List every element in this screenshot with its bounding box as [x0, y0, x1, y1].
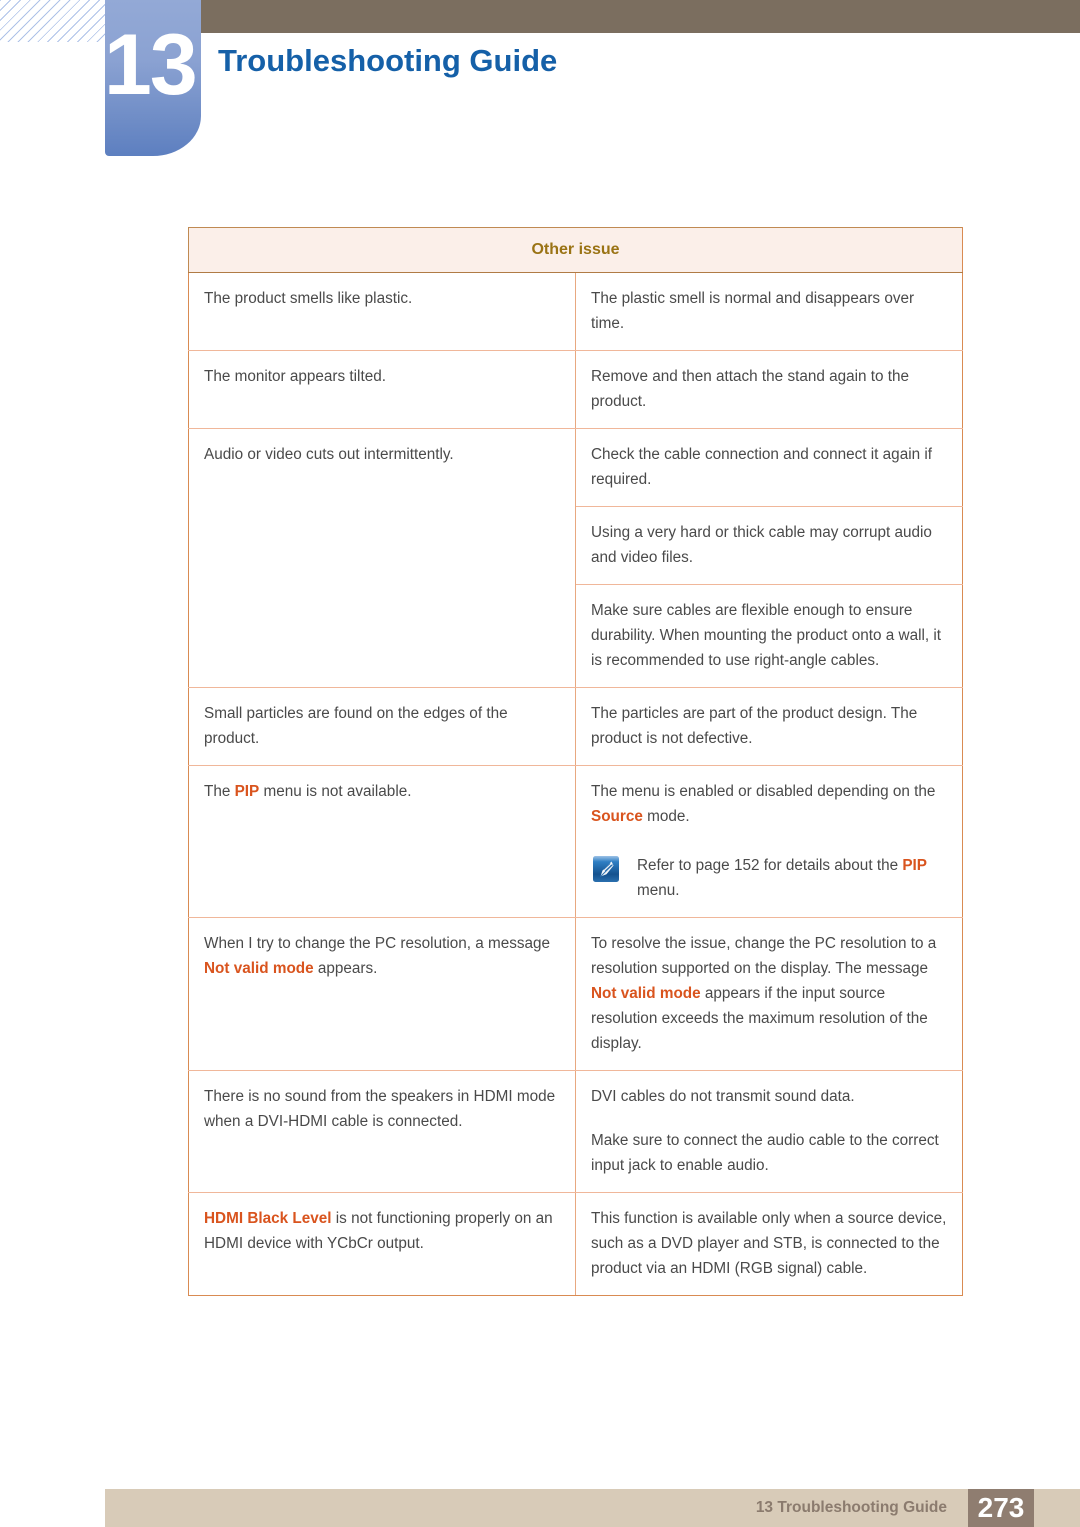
- table-row: The product smells like plastic. The pla…: [188, 272, 963, 351]
- page-number: 273: [977, 1492, 1025, 1523]
- issue-answer: The menu is enabled or disabled dependin…: [575, 765, 963, 918]
- issue-question: Audio or video cuts out intermittently.: [188, 428, 576, 688]
- issue-answer: To resolve the issue, change the PC reso…: [575, 917, 963, 1071]
- other-issue-table: Other issue The product smells like plas…: [188, 227, 963, 1296]
- table-header-label: Other issue: [188, 227, 963, 273]
- issue-question: There is no sound from the speakers in H…: [188, 1070, 576, 1193]
- issue-question: The product smells like plastic.: [188, 272, 576, 351]
- page-header: 13 Troubleshooting Guide: [0, 0, 1080, 175]
- note-text: Refer to page 152 for details about the …: [637, 857, 927, 899]
- table-row: Small particles are found on the edges o…: [188, 687, 963, 766]
- table-row: When I try to change the PC resolution, …: [188, 917, 963, 1071]
- highlighted-term: Not valid mode: [591, 985, 701, 1002]
- issue-answer: Check the cable connection and connect i…: [575, 428, 963, 507]
- issue-question: HDMI Black Level is not functioning prop…: [188, 1192, 576, 1296]
- table-row: Audio or video cuts out intermittently. …: [188, 428, 963, 688]
- table-row: HDMI Black Level is not functioning prop…: [188, 1192, 963, 1296]
- table-row: There is no sound from the speakers in H…: [188, 1070, 963, 1193]
- issue-answer: Using a very hard or thick cable may cor…: [575, 506, 963, 585]
- issue-question: When I try to change the PC resolution, …: [188, 917, 576, 1071]
- highlighted-term: Not valid mode: [204, 960, 314, 977]
- highlighted-term: PIP: [902, 857, 927, 874]
- issue-answer: This function is available only when a s…: [575, 1192, 963, 1296]
- issue-question: The monitor appears tilted.: [188, 350, 576, 429]
- header-brown-bar: [193, 0, 1080, 33]
- diagonal-hatch-decoration: [0, 0, 112, 42]
- note-pen-icon: [593, 856, 619, 882]
- issue-answer-text: The menu is enabled or disabled dependin…: [591, 783, 936, 825]
- table-body: The product smells like plastic. The pla…: [188, 272, 963, 1296]
- issue-question: The PIP menu is not available.: [188, 765, 576, 918]
- footer-label: 13 Troubleshooting Guide: [755, 1499, 947, 1516]
- issue-answer-text: DVI cables do not transmit sound data.: [591, 1088, 855, 1105]
- note-block: Refer to page 152 for details about the …: [591, 853, 948, 903]
- table-header-row: Other issue: [188, 227, 963, 273]
- highlighted-term: Source: [591, 808, 643, 825]
- issue-answer: DVI cables do not transmit sound data. M…: [575, 1070, 963, 1193]
- issue-answer: The particles are part of the product de…: [575, 687, 963, 766]
- issue-answer: Remove and then attach the stand again t…: [575, 350, 963, 429]
- highlighted-term: PIP: [234, 783, 260, 800]
- table-row: The monitor appears tilted. Remove and t…: [188, 350, 963, 429]
- highlighted-term: HDMI Black Level: [204, 1210, 332, 1227]
- issue-answer: The plastic smell is normal and disappea…: [575, 272, 963, 351]
- table-row: The PIP menu is not available. The menu …: [188, 765, 963, 918]
- issue-answer: Make sure cables are flexible enough to …: [575, 584, 963, 688]
- page-title: Troubleshooting Guide: [218, 43, 558, 78]
- chapter-number: 13: [104, 17, 198, 113]
- issue-answer-text: Make sure to connect the audio cable to …: [591, 1132, 939, 1174]
- issue-question: Small particles are found on the edges o…: [188, 687, 576, 766]
